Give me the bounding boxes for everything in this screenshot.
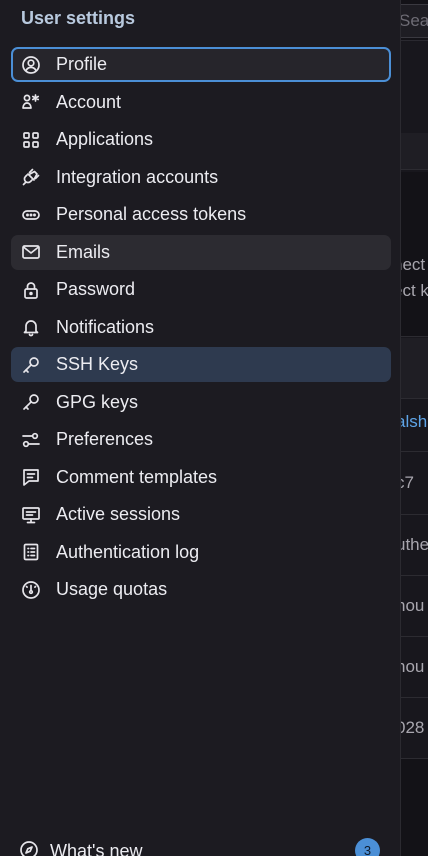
sidebar-item-active-sessions[interactable]: Active sessions [11,497,391,532]
sidebar-item-comment-templates[interactable]: Comment templates [11,460,391,495]
sidebar-title: User settings [21,8,136,28]
sidebar-item-preferences[interactable]: Preferences [11,422,391,457]
sidebar-item-gpg-keys[interactable]: GPG keys [11,385,391,420]
sidebar-item-label: Notifications [56,316,155,337]
log-icon [20,541,42,563]
whats-new-button[interactable]: What's new 3 [0,830,400,856]
preferences-icon [20,429,42,451]
mail-icon [20,241,42,263]
sidebar-item-usage-quotas[interactable]: Usage quotas [11,572,391,607]
monitor-icon [20,504,42,526]
sidebar-item-label: Profile [56,54,108,74]
sidebar-item-label: Preferences [56,429,154,449]
sidebar-item-label: Authentication log [56,541,200,562]
sidebar-item-personal-access-tokens[interactable]: Personal access tokens [11,197,391,232]
bell-icon [20,316,42,338]
plug-icon [20,166,42,188]
sidebar-item-label: SSH Keys [56,354,139,374]
sidebar-item-label: Personal access tokens [56,204,247,224]
sidebar-item-label: Active sessions [56,504,181,524]
sidebar-item-emails[interactable]: Emails [11,234,391,270]
gauge-icon [20,579,42,601]
sidebar-item-label: Integration accounts [56,166,219,187]
sidebar-item-notifications[interactable]: Notifications [11,310,391,345]
sidebar-item-authentication-log[interactable]: Authentication log [11,535,391,570]
sidebar-item-label: Emails [56,241,111,262]
applications-icon [20,129,42,151]
sidebar-item-label: Password [56,279,136,299]
whats-new-label: What's new [50,841,143,856]
app-root: Sea nect ect k alsh c7 uthe hou hou 028 … [0,0,428,856]
compass-icon [19,840,39,856]
sidebar-item-label: Usage quotas [56,579,168,599]
sidebar-item-account[interactable]: Account [11,85,391,120]
sidebar-item-label: Applications [56,129,154,149]
token-icon [20,204,42,226]
sidebar-item-ssh-keys[interactable]: SSH Keys [11,347,391,382]
sidebar-item-label: Comment templates [56,466,218,487]
sidebar-item-label: GPG keys [56,391,139,412]
sidebar-item-label: Account [56,91,122,112]
sidebar-item-integration-accounts[interactable]: Integration accounts [11,160,391,195]
whats-new-count-badge: 3 [355,838,380,856]
comment-icon [20,466,42,488]
lock-icon [20,279,42,301]
sidebar-item-applications[interactable]: Applications [11,122,391,157]
settings-sidebar: User settings Profile Account Applications… [0,0,401,856]
settings-nav: Profile Account Applications Integration ac… [11,47,391,610]
sidebar-item-profile[interactable]: Profile [11,47,391,82]
account-icon [20,91,42,113]
sidebar-item-password[interactable]: Password [11,272,391,307]
key-icon [20,391,42,413]
profile-icon [20,54,42,76]
key-icon [20,354,42,376]
